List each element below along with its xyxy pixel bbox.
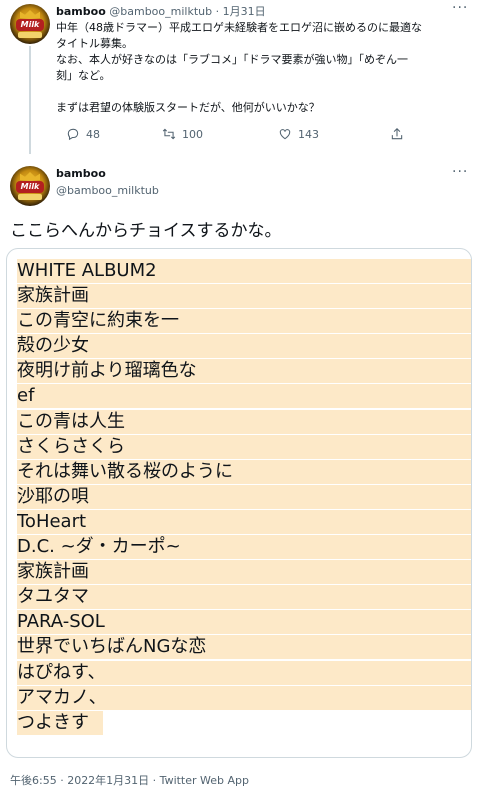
reply-icon [67,128,79,141]
image-text-line: 世界でいちばんNGな恋 [17,635,471,660]
image-text-line: この青は人生 [17,409,471,434]
tweet-line: 中年（48歳ドラマー）平成エロゲ未経験者をエロゲ沼に嵌めるのに最適な [56,21,422,34]
retweet-count: 100 [182,127,203,141]
avatar-base [18,32,42,38]
tweet-image[interactable]: WHITE ALBUM2 家族計画 この青空に約束を一 殻の少女 夜明け前より瑠… [6,248,472,758]
avatar[interactable]: Milk [10,4,50,44]
image-text-line: ef [17,384,471,409]
image-text-line: はぴねす、 [17,660,471,685]
tweet-date[interactable]: 1月31日 [223,5,266,18]
image-text-line: 夜明け前より瑠璃色な [17,359,471,384]
image-text-line: タユタマ [17,585,471,610]
image-text-line: アマカノ、 [17,685,471,710]
image-text-line: 殻の少女 [17,334,471,359]
tweet-line: 刻」など。 [56,69,111,82]
image-text-line: それは舞い散る桜のように [17,459,471,484]
image-text-line: 沙耶の唄 [17,484,471,509]
tweet-actions: 48 100 143 [56,127,406,145]
avatar[interactable]: Milk [10,166,50,206]
image-text-line: さくらさくら [17,434,471,459]
tweet-text: 中年（48歳ドラマー）平成エロゲ未経験者をエロゲ沼に嵌めるのに最適な タイトル募… [56,20,466,116]
retweet-button[interactable]: 100 [162,127,203,141]
tweet-text: ここらへんからチョイスするかな。 [10,221,282,241]
like-count: 143 [298,127,319,141]
image-text-line: WHITE ALBUM2 [17,259,471,283]
image-text-line: ToHeart [17,509,471,534]
tweet-line-blank [56,84,466,100]
share-icon [391,128,403,140]
tweet-line: タイトル募集。 [56,37,133,50]
more-options-icon[interactable]: ··· [452,0,468,16]
like-button[interactable]: 143 [278,127,319,141]
tweet-header: bamboo @bamboo_milktub · 1月31日 [56,3,266,19]
author-handle-row: @bamboo_milktub [56,184,159,197]
separator-dot: · [215,5,220,18]
crown-icon [20,172,40,180]
more-options-icon[interactable]: ··· [452,164,468,180]
image-text-list: WHITE ALBUM2 家族計画 この青空に約束を一 殻の少女 夜明け前より瑠… [17,259,471,736]
tweet-line: なお、本人が好きなのは「ラブコメ」「ドラマ要素が強い物」「めぞん一 [56,53,408,66]
image-text-line: PARA-SOL [17,610,471,635]
image-text-line: つよきす [17,710,103,735]
heart-icon [279,129,291,140]
tweet-timestamp[interactable]: 午後6:55 · 2022年1月31日 · Twitter Web App [10,772,249,788]
author-handle[interactable]: @bamboo_milktub [56,184,159,197]
author-name[interactable]: bamboo [56,5,106,18]
tweet-line: まずは君望の体験版スタートだが、他何がいいかな？ [56,101,320,114]
avatar-logo-text: Milk [16,19,44,31]
image-text-line: 家族計画 [17,284,471,309]
tweet-header: bamboo [56,167,106,180]
avatar-base [18,194,42,200]
crown-icon [20,10,40,18]
thread-connector [29,46,31,154]
retweet-icon [162,128,176,140]
avatar-logo-text: Milk [16,181,44,193]
image-text-line: 家族計画 [17,560,471,585]
author-handle[interactable]: @bamboo_milktub [109,5,212,18]
image-text-line: D.C. ~ダ・カーポ~ [17,535,471,560]
reply-button[interactable]: 48 [66,127,100,141]
image-text-line: この青空に約束を一 [17,309,471,334]
author-name[interactable]: bamboo [56,167,106,180]
reply-count: 48 [86,127,100,141]
share-button[interactable] [390,127,404,141]
